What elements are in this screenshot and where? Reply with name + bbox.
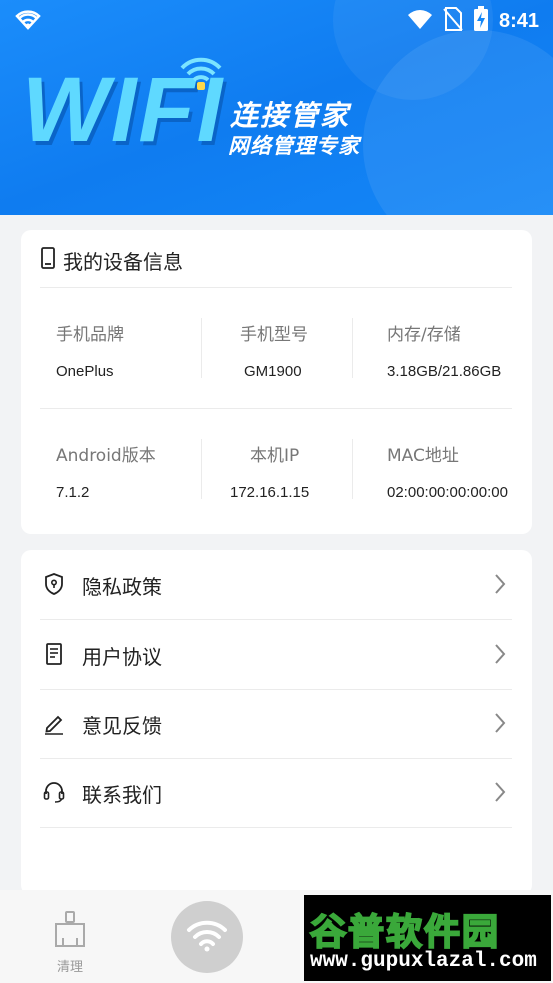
divider: [352, 439, 353, 499]
device-info-title: 我的设备信息: [63, 250, 183, 274]
divider: [40, 408, 512, 409]
menu-item-contact-us[interactable]: 联系我们: [40, 758, 512, 828]
divider: [201, 318, 202, 378]
wifi-icon: [185, 917, 229, 957]
info-memory-storage: 内存/存储 3.18GB/21.86GB: [387, 320, 501, 380]
device-info-header: 我的设备信息: [41, 246, 183, 275]
menu-item-user-agreement[interactable]: 用户协议: [40, 620, 512, 690]
logo-signal-icon: [178, 52, 224, 96]
info-label: 手机品牌: [56, 325, 124, 345]
no-sim-icon: [443, 7, 463, 35]
center-wifi-button[interactable]: [171, 901, 243, 973]
info-mac-address: MAC地址 02:00:00:00:00:00: [387, 441, 508, 501]
chevron-right-icon: [494, 781, 506, 807]
device-info-card: 我的设备信息 手机品牌 OnePlus 手机型号 GM1900 内存/存储 3.…: [21, 230, 532, 534]
chevron-right-icon: [494, 573, 506, 599]
watermark-url: www.gupuxlazal.com: [310, 950, 537, 973]
info-value: 02:00:00:00:00:00: [387, 484, 508, 501]
tab-clean[interactable]: 清理: [48, 910, 92, 975]
watermark-title: 谷普软件园: [309, 911, 501, 954]
info-label: 手机型号: [240, 325, 308, 345]
info-value: 3.18GB/21.86GB: [387, 363, 502, 380]
info-value: 172.16.1.15: [230, 484, 310, 501]
header-banner: 8:41 WIFI 连接管家 网络管理专家: [0, 0, 553, 215]
menu-item-label: 用户协议: [82, 645, 162, 669]
broom-icon: [51, 911, 89, 954]
divider: [352, 318, 353, 378]
info-label: MAC地址: [387, 446, 459, 466]
divider: [40, 287, 512, 288]
info-value: GM1900: [244, 363, 302, 380]
divider: [201, 439, 202, 499]
pencil-icon: [42, 711, 66, 735]
status-bar: 8:41: [0, 0, 553, 38]
shield-icon: [42, 572, 66, 596]
headset-icon: [42, 780, 66, 804]
info-label: Android版本: [56, 446, 156, 466]
battery-charging-icon: [473, 6, 489, 36]
settings-menu-card: 隐私政策 用户协议 意见反馈 联系我们: [21, 550, 532, 895]
tab-clean-label: 清理: [56, 960, 83, 975]
info-label: 内存/存储: [387, 325, 461, 345]
phone-icon: [41, 247, 55, 274]
info-phone-brand: 手机品牌 OnePlus: [56, 320, 124, 380]
menu-item-feedback[interactable]: 意见反馈: [40, 689, 512, 759]
menu-item-label: 联系我们: [82, 783, 162, 807]
banner-title: 连接管家: [230, 99, 351, 132]
menu-item-privacy-policy[interactable]: 隐私政策: [40, 550, 512, 620]
info-value: 7.1.2: [56, 484, 90, 501]
menu-item-label: 意见反馈: [82, 714, 162, 738]
info-phone-model: 手机型号 GM1900: [240, 320, 308, 380]
status-time: 8:41: [498, 9, 539, 32]
info-label: 本机IP: [250, 446, 300, 466]
banner-subtitle: 网络管理专家: [228, 134, 360, 158]
chevron-right-icon: [494, 643, 506, 669]
watermark: 谷普软件园 www.gupuxlazal.com: [304, 895, 551, 981]
info-local-ip: 本机IP 172.16.1.15: [230, 441, 309, 501]
info-android-version: Android版本 7.1.2: [56, 441, 156, 501]
menu-item-label: 隐私政策: [82, 575, 162, 599]
wifi-signal-icon: [407, 8, 433, 34]
document-icon: [42, 642, 66, 666]
info-value: OnePlus: [56, 363, 114, 380]
wifi-status-icon: [14, 8, 42, 34]
chevron-right-icon: [494, 712, 506, 738]
